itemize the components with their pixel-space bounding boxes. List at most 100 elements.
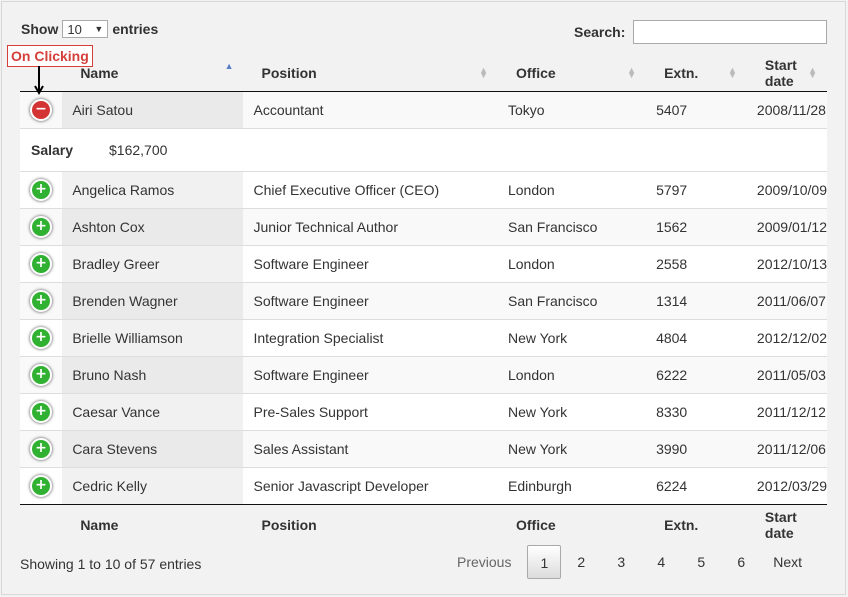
plus-circle-icon[interactable]: + (30, 438, 52, 460)
sort-arrows-icon: ▲ ▼ (728, 65, 737, 80)
salary-value: $162,700 (109, 142, 168, 158)
page-button-2[interactable]: 2 (561, 545, 601, 579)
row-control-cell[interactable]: − (20, 91, 63, 129)
row-control-cell[interactable]: + (20, 208, 63, 246)
cell-start-date: 2012/03/29 (746, 467, 827, 505)
entries-label: entries (112, 21, 159, 37)
cell-extn: 6222 (646, 356, 747, 394)
entries-length-control: Show 10 ▼ entries (21, 20, 158, 38)
plus-circle-icon[interactable]: + (30, 216, 52, 238)
plus-circle-icon[interactable]: + (30, 179, 52, 201)
table-row[interactable]: + Caesar Vance Pre-Sales Support New York 83… (20, 393, 827, 431)
sort-arrows-icon: ▲ (224, 61, 234, 71)
cell-extn: 4804 (646, 319, 747, 357)
plus-circle-icon[interactable]: + (30, 290, 52, 312)
page-button-current[interactable]: 1 (527, 545, 562, 579)
footer-position: Position (243, 504, 498, 545)
cell-name: Bruno Nash (62, 356, 244, 394)
cell-start-date: 2011/12/12 (746, 393, 827, 431)
entries-select[interactable]: 10 ▼ (62, 20, 109, 38)
search-control: Search: (574, 20, 828, 44)
cell-start-date: 2011/05/03 (746, 356, 827, 394)
column-label: Start date (764, 57, 797, 89)
cell-name: Airi Satou (62, 91, 244, 129)
plus-circle-icon[interactable]: + (30, 327, 52, 349)
sort-arrows-icon: ▲ ▼ (808, 65, 817, 80)
column-header-position[interactable]: Position ▲ ▼ (243, 55, 498, 92)
row-control-cell[interactable]: + (20, 171, 63, 209)
table-row[interactable]: + Brielle Williamson Integration Specialis… (20, 319, 827, 357)
plus-circle-icon[interactable]: + (30, 253, 52, 275)
cell-office: New York (497, 319, 647, 357)
table-row[interactable]: + Cedric Kelly Senior Javascript Developer… (20, 467, 827, 505)
cell-name: Cedric Kelly (62, 467, 244, 505)
cell-start-date: 2009/01/12 (746, 208, 827, 246)
row-control-cell[interactable]: + (20, 430, 63, 468)
previous-button[interactable]: Previous (445, 545, 527, 579)
table-row[interactable]: + Ashton Cox Junior Technical Author San Fr… (20, 208, 827, 246)
show-label: Show (21, 21, 59, 37)
column-label: Position (261, 65, 317, 81)
sort-arrows-icon: ▲ ▼ (479, 65, 488, 80)
cell-name: Bradley Greer (62, 245, 244, 283)
table-row[interactable]: + Bradley Greer Software Engineer London 255… (20, 245, 827, 283)
plus-circle-icon[interactable]: + (30, 364, 52, 386)
cell-extn: 3990 (646, 430, 747, 468)
salary-label: Salary (31, 142, 74, 158)
column-label: Position (261, 517, 317, 533)
page-button-5[interactable]: 5 (681, 545, 721, 579)
search-label: Search: (574, 24, 626, 40)
cell-start-date: 2009/10/09 (746, 171, 827, 209)
data-table: Name ▲ Position ▲ ▼ Office ▲ ▼ Extn. ▲ ▼ Start date… (20, 55, 827, 545)
cell-name: Brielle Williamson (62, 319, 244, 357)
cell-start-date: 2012/12/02 (746, 319, 827, 357)
table-row[interactable]: + Bruno Nash Software Engineer London 6222 20… (20, 356, 827, 394)
cell-name: Brenden Wagner (62, 282, 244, 320)
row-control-cell[interactable]: + (20, 245, 63, 283)
cell-office: New York (497, 393, 647, 431)
row-control-cell[interactable]: + (20, 319, 63, 357)
cell-extn: 8330 (646, 393, 747, 431)
column-header-start-date[interactable]: Start date ▲ ▼ (746, 55, 827, 92)
column-label: Office (515, 517, 556, 533)
footer-control-column (20, 504, 63, 545)
pagination: Previous 1 2 3 4 5 6 Next (445, 545, 814, 579)
footer-row: Name Position Office Extn. Start date (20, 504, 827, 545)
arrow-down-icon (34, 66, 44, 96)
plus-circle-icon[interactable]: + (30, 401, 52, 423)
table-row[interactable]: − Airi Satou Accountant Tokyo 5407 2008/11/28 (20, 91, 827, 129)
row-control-cell[interactable]: + (20, 356, 63, 394)
cell-extn: 1562 (646, 208, 747, 246)
child-detail-cell: Salary $162,700 (20, 128, 827, 172)
cell-start-date: 2011/06/07 (746, 282, 827, 320)
header-row: Name ▲ Position ▲ ▼ Office ▲ ▼ Extn. ▲ ▼ Start date… (20, 55, 827, 92)
minus-circle-icon[interactable]: − (30, 99, 52, 121)
cell-office: Edinburgh (497, 467, 647, 505)
cell-position: Software Engineer (243, 356, 498, 394)
table-row[interactable]: + Cara Stevens Sales Assistant New York 3990… (20, 430, 827, 468)
entries-select-value: 10 (67, 21, 82, 37)
cell-position: Pre-Sales Support (243, 393, 498, 431)
next-button[interactable]: Next (761, 545, 814, 579)
plus-circle-icon[interactable]: + (30, 475, 52, 497)
row-control-cell[interactable]: + (20, 393, 63, 431)
search-input[interactable] (633, 20, 828, 44)
page-button-6[interactable]: 6 (721, 545, 761, 579)
table-row[interactable]: + Brenden Wagner Software Engineer San Fran… (20, 282, 827, 320)
page-button-3[interactable]: 3 (601, 545, 641, 579)
row-control-cell[interactable]: + (20, 467, 63, 505)
column-header-extn[interactable]: Extn. ▲ ▼ (646, 55, 747, 92)
cell-office: San Francisco (497, 282, 647, 320)
column-header-office[interactable]: Office ▲ ▼ (497, 55, 647, 92)
cell-name: Angelica Ramos (62, 171, 244, 209)
on-clicking-annotation: On Clicking (7, 45, 93, 67)
column-label: Office (515, 65, 556, 81)
row-control-cell[interactable]: + (20, 282, 63, 320)
cell-extn: 2558 (646, 245, 747, 283)
table-row[interactable]: + Angelica Ramos Chief Executive Officer (… (20, 171, 827, 209)
table-body: − Airi Satou Accountant Tokyo 5407 2008/11/28… (20, 91, 827, 505)
cell-position: Software Engineer (243, 245, 498, 283)
page-button-4[interactable]: 4 (641, 545, 681, 579)
chevron-down-icon: ▼ (94, 24, 104, 34)
cell-position: Software Engineer (243, 282, 498, 320)
